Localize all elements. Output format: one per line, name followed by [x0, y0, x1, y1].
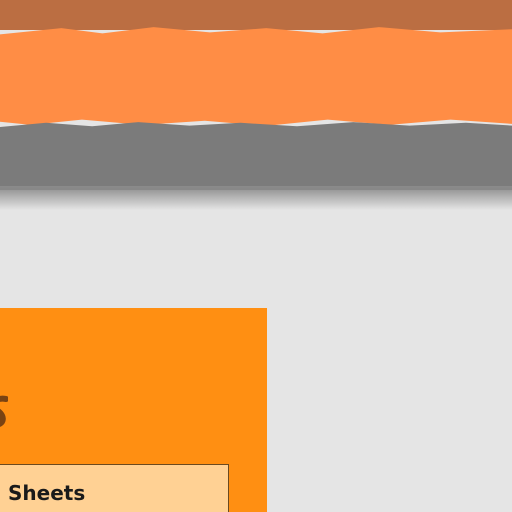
- sheets-button[interactable]: Sheets: [0, 464, 229, 512]
- sheets-button-label: Sheets: [8, 481, 86, 505]
- decorative-glyph-icon: [0, 395, 8, 429]
- header-band-gray: [0, 122, 512, 190]
- header-band-orange: [0, 27, 512, 126]
- header-band-top: [0, 0, 512, 30]
- app-screen: Sheets: [0, 0, 512, 512]
- header-shadow: [0, 186, 512, 210]
- orange-card: Sheets: [0, 308, 267, 512]
